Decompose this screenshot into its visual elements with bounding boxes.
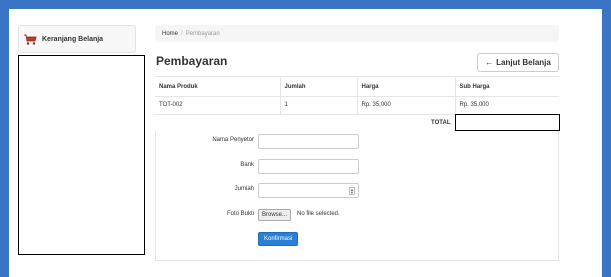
cart-title: Keranjang Belanja: [42, 35, 104, 43]
proof-label: Foto Bukti: [226, 211, 254, 217]
column-header-quantity: Jumlah: [279, 78, 357, 96]
form-row-bank: Bank: [156, 159, 560, 174]
cell-quantity: 1: [279, 95, 357, 114]
amount-label: Jumlah: [234, 186, 254, 192]
cart-panel[interactable]: Keranjang Belanja: [18, 25, 136, 53]
cell-price: Rp. 35,000: [356, 95, 455, 114]
cell-subtotal: Rp. 35,000: [454, 95, 559, 114]
browse-file-button[interactable]: Browse...: [258, 209, 292, 221]
cell-product: TOT-002: [155, 95, 280, 114]
form-row-depositor: Nama Penyetor: [156, 134, 560, 149]
redacted-sidebar-box: [18, 55, 145, 255]
form-row-proof: Foto Bukti Browse... No file selected.: [156, 208, 560, 223]
depositor-name-input[interactable]: [258, 134, 359, 149]
continue-shopping-button[interactable]: ← Lanjut Belanja: [477, 53, 559, 72]
breadcrumb-current: Pembayaran: [185, 30, 220, 37]
confirm-button[interactable]: Konfirmasi: [258, 232, 299, 246]
column-header-subtotal: Sub Harga: [454, 78, 559, 96]
column-header-price: Harga: [356, 78, 455, 96]
table-header-row: Nama Produk Jumlah Harga Sub Harga: [155, 78, 559, 96]
column-header-product: Nama Produk: [159, 83, 198, 90]
continue-shopping-label: Lanjut Belanja: [496, 58, 551, 67]
number-spinner-icon[interactable]: ▲ ▼: [349, 187, 355, 195]
total-label: TOTAL: [155, 113, 455, 132]
arrow-left-icon: ←: [485, 58, 494, 67]
redacted-total-box: [455, 114, 560, 131]
shopping-cart-icon: [24, 34, 37, 45]
page-title: Pembayaran: [156, 54, 228, 68]
table-row: TOT-002 1 Rp. 35,000 Rp. 35,000: [155, 95, 559, 114]
breadcrumb: Home / Pembayaran: [155, 25, 559, 42]
breadcrumb-home-link[interactable]: Home: [162, 31, 178, 37]
bank-input[interactable]: [258, 159, 359, 174]
form-row-amount: Jumlah ▲ ▼: [156, 183, 560, 198]
bank-label: Bank: [240, 162, 254, 168]
file-status-text: No file selected.: [297, 211, 340, 217]
amount-input[interactable]: ▲ ▼: [258, 183, 359, 198]
breadcrumb-separator: /: [181, 30, 183, 37]
payment-form: Nama Penyetor Bank Jumlah ▲ ▼ Foto Bukti …: [155, 131, 559, 261]
title-divider: [155, 76, 559, 77]
depositor-label: Nama Penyetor: [212, 137, 254, 143]
